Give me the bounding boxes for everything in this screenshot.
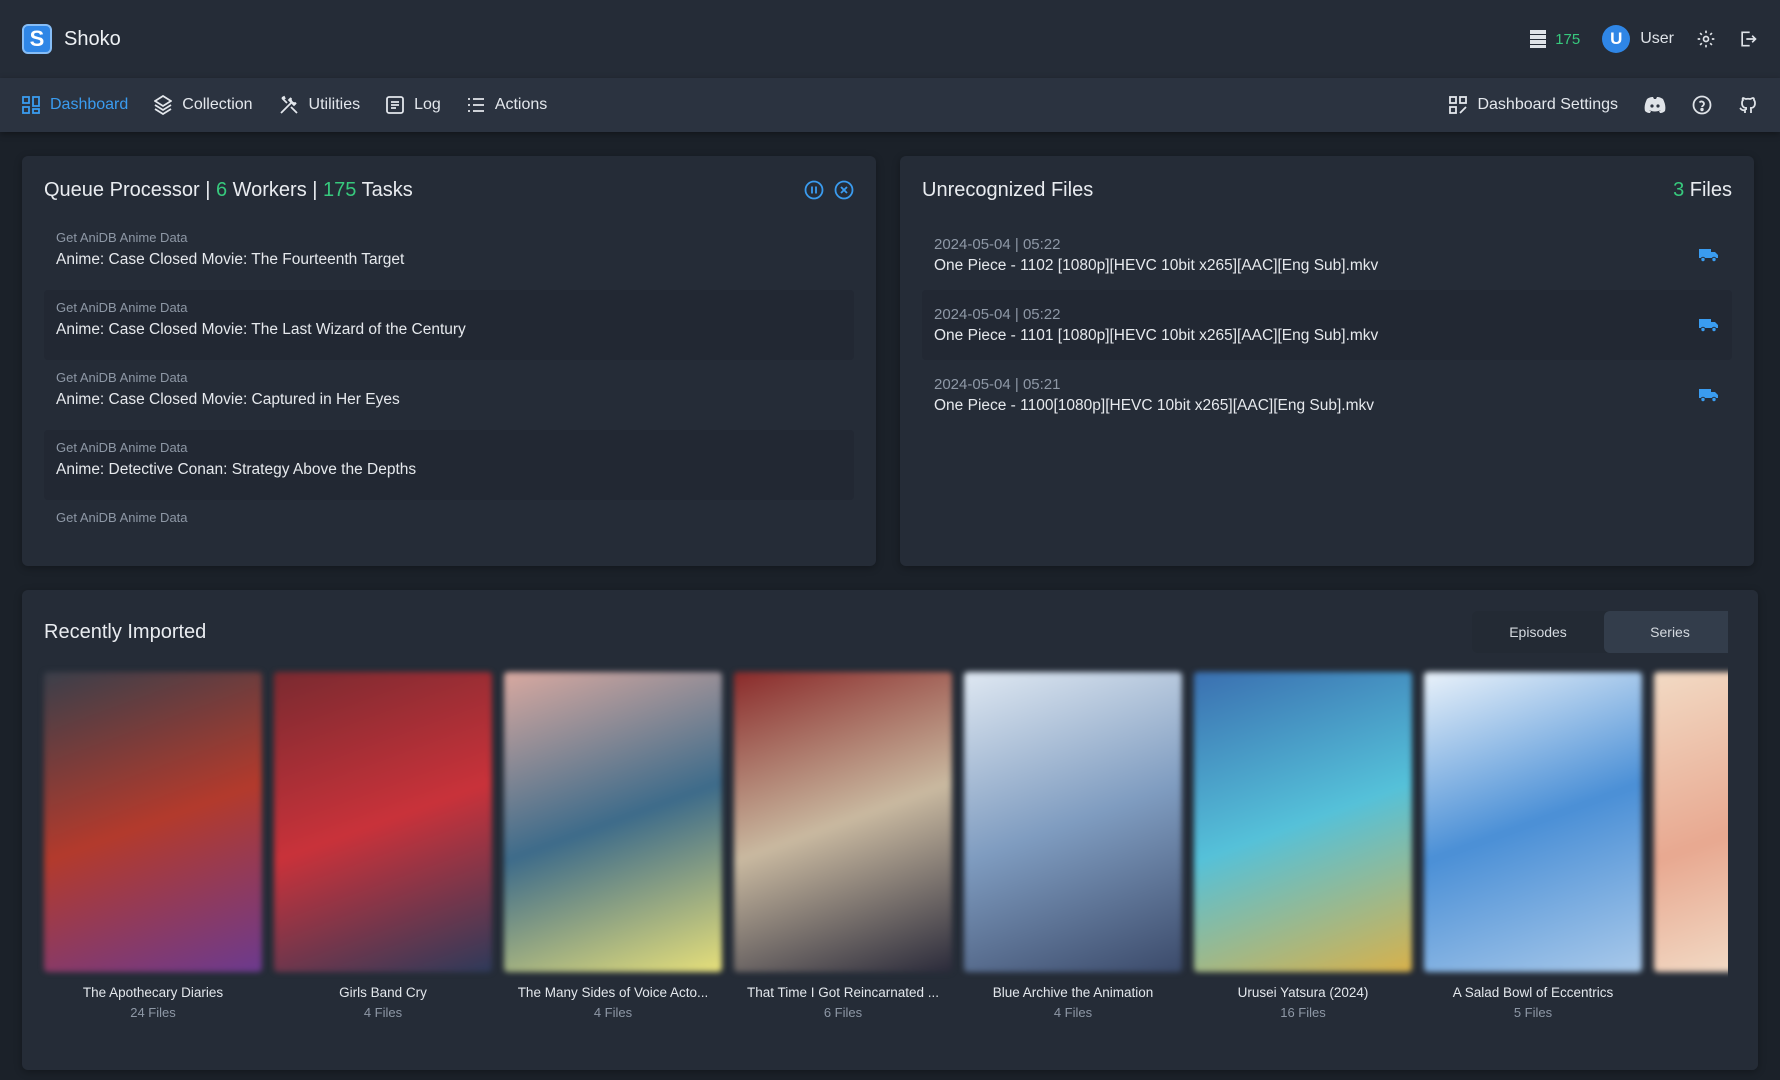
series-poster [504, 672, 722, 972]
layers-icon [154, 95, 173, 115]
series-title: Girls Band Cry [339, 985, 427, 1000]
series-card[interactable]: That Time I Got Reincarnated ... 6 Files [734, 672, 952, 1020]
series-title: That Time I Got Reincarnated ... [746, 985, 940, 1000]
logout-button[interactable] [1738, 29, 1758, 49]
series-card[interactable]: Blue Archive the Animation 4 Files [964, 672, 1182, 1020]
series-file-count: 5 Files [1513, 1005, 1553, 1020]
avatar: U [1602, 25, 1631, 53]
help-button[interactable] [1692, 95, 1712, 115]
queue-item: Get AniDB Anime Data Anime: Case Closed … [56, 230, 405, 268]
series-file-count: 4 Files [593, 1005, 633, 1020]
document-icon [386, 96, 405, 114]
tasks-count: 175 [323, 178, 357, 201]
unrecognized-file-row: 2024-05-04 | 05:21 One Piece - 1100[1080… [922, 360, 1732, 430]
series-card[interactable]: The Apothecary Diaries 24 Files [44, 672, 262, 1020]
dashboard-settings-label: Dashboard Settings [1477, 96, 1618, 113]
discord-button[interactable] [1644, 96, 1666, 114]
tools-icon [279, 95, 298, 114]
truck-icon [1699, 319, 1718, 333]
queue-processor-panel: Queue Processor | 6 Workers | 175 Tasks … [22, 156, 876, 566]
user-menu[interactable]: U User [1602, 25, 1674, 53]
nav-utilities[interactable]: Utilities [279, 95, 361, 115]
series-file-count: 4 Files [1053, 1005, 1093, 1020]
unrecognized-files-panel: Unrecognized Files 3 Files 2024-05-04 | … [900, 156, 1754, 566]
series-file-count: 6 Files [823, 1005, 863, 1020]
series-file-count: 4 Files [363, 1005, 403, 1020]
brand[interactable]: S Shoko [22, 24, 121, 54]
clear-queue-button[interactable] [834, 180, 854, 200]
series-card[interactable]: Urusei Yatsura (2024) 16 Files [1194, 672, 1412, 1020]
series-poster [274, 672, 492, 972]
unrecognized-files-title: Unrecognized Files [922, 178, 1094, 201]
tab-episodes[interactable]: Episodes [1472, 611, 1604, 653]
series-carousel: The Apothecary Diaries 24 Files Girls Band… [44, 672, 1758, 1020]
avdump-button[interactable] [1698, 317, 1720, 333]
settings-button[interactable] [1696, 29, 1716, 49]
nav-utilities-label: Utilities [308, 96, 361, 113]
nav-dashboard-label: Dashboard [50, 96, 129, 113]
series-file-count: 24 Files [130, 1005, 176, 1020]
queue-item: Get AniDB Anime Data Anime: Detective Co… [44, 430, 854, 500]
dashboard-icon [22, 96, 40, 114]
list-icon [467, 98, 484, 112]
series-title: A Salad Bowl of Eccentrics [1452, 985, 1614, 1000]
queue-count-indicator[interactable]: 175 [1529, 29, 1580, 49]
avdump-button[interactable] [1698, 247, 1720, 263]
shoko-logo-icon: S [22, 24, 52, 54]
series-card[interactable]: The Many Sides of Voice Acto... 4 Files [504, 672, 722, 1020]
series-title: The Apothecary Diaries [82, 985, 224, 1000]
top-bar: S Shoko 175 U User [0, 0, 1780, 78]
dashboard-edit-icon [1449, 96, 1468, 114]
series-poster [44, 672, 262, 972]
queue-item: Get AniDB Anime Data Anime: Case Closed … [44, 290, 854, 360]
series-title: Blue Archive the Animation [992, 985, 1154, 1000]
carousel-edge [1728, 590, 1758, 1070]
user-name: User [1640, 30, 1674, 47]
close-circle-icon [834, 180, 854, 200]
series-title: The Many Sides of Voice Acto... [517, 985, 709, 1000]
queue-item: Get AniDB Anime Data [56, 510, 188, 525]
series-card[interactable]: Girls Band Cry 4 Files [274, 672, 492, 1020]
recently-imported-panel: Recently Imported Episodes Series The Ap… [22, 590, 1758, 1070]
nav-collection[interactable]: Collection [154, 95, 253, 115]
logout-icon [1741, 31, 1757, 47]
dashboard-settings-button[interactable]: Dashboard Settings [1449, 96, 1618, 114]
queue-item: Get AniDB Anime Data Anime: Case Closed … [56, 370, 400, 408]
unrecognized-file-row: 2024-05-04 | 05:22 One Piece - 1102 [108… [922, 220, 1732, 290]
nav-log-label: Log [414, 96, 441, 113]
pause-queue-button[interactable] [804, 180, 824, 200]
unrecognized-file-row: 2024-05-04 | 05:22 One Piece - 1101 [108… [922, 290, 1732, 360]
github-icon [1739, 97, 1756, 113]
truck-icon [1699, 249, 1718, 263]
nav-log[interactable]: Log [386, 96, 441, 114]
tab-series[interactable]: Series [1604, 611, 1736, 653]
pause-icon [804, 180, 824, 200]
server-stack-icon [1530, 30, 1547, 48]
github-button[interactable] [1738, 95, 1758, 115]
truck-icon [1699, 389, 1718, 403]
series-poster [964, 672, 1182, 972]
series-file-count: 16 Files [1280, 1005, 1326, 1020]
recent-view-tabs: Episodes Series [1472, 611, 1736, 653]
series-title: Urusei Yatsura (2024) [1237, 985, 1369, 1000]
unrecognized-files-count: 3 Files [1673, 178, 1732, 201]
recently-imported-title: Recently Imported [44, 620, 207, 643]
help-circle-icon [1692, 95, 1712, 115]
nav-actions[interactable]: Actions [467, 96, 547, 114]
queue-count-value: 175 [1555, 30, 1581, 48]
series-card[interactable]: A Salad Bowl of Eccentrics 5 Files [1424, 672, 1642, 1020]
queue-processor-title: Queue Processor | 6 Workers | 175 Tasks [44, 178, 413, 201]
nav-actions-label: Actions [494, 96, 548, 113]
main-nav: Dashboard Collection Utilities Log Actio… [0, 78, 1780, 132]
workers-count: 6 [215, 178, 228, 201]
series-poster [734, 672, 952, 972]
app-name: Shoko [64, 27, 121, 50]
nav-collection-label: Collection [182, 96, 253, 113]
nav-dashboard[interactable]: Dashboard [22, 96, 128, 114]
gear-icon [1697, 30, 1715, 48]
series-poster [1424, 672, 1642, 972]
avdump-button[interactable] [1698, 387, 1720, 403]
discord-icon [1644, 97, 1666, 113]
series-poster [1194, 672, 1412, 972]
